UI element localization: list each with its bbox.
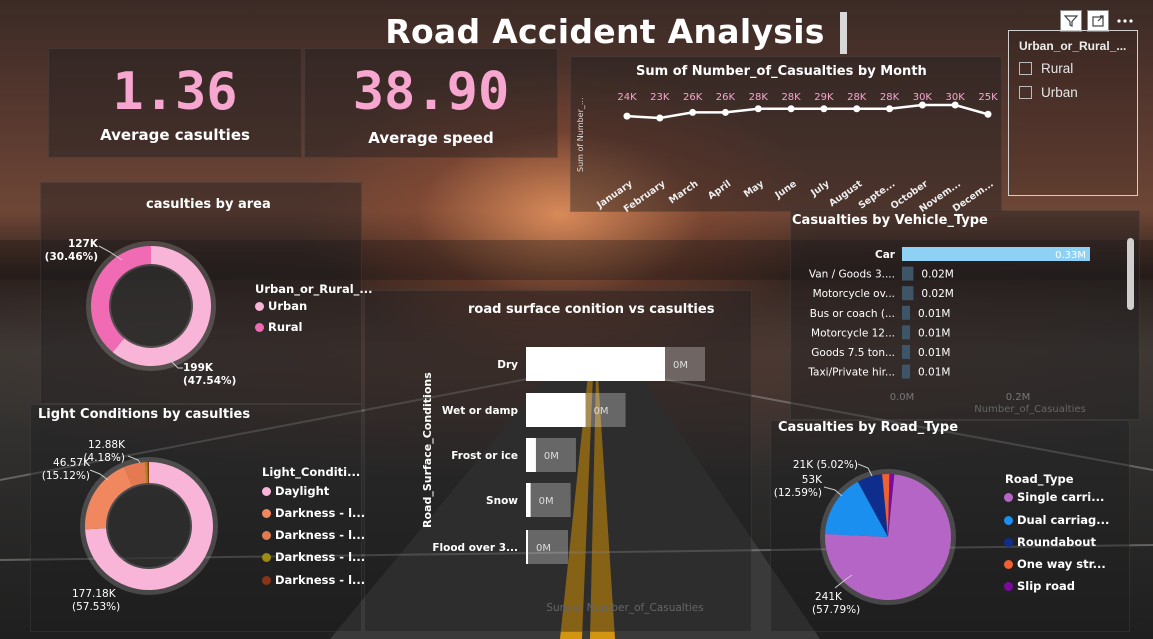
roadtype-data-label: 21K (5.02%): [793, 459, 858, 471]
surface-category-label: Flood over 3...: [432, 542, 518, 554]
vehicle-x-tick: 0.2M: [1006, 392, 1031, 403]
month-point: [721, 108, 729, 116]
month-point: [886, 105, 894, 113]
surface-bar: [526, 438, 536, 472]
surface-bar: [526, 347, 665, 381]
vehicle-category-label: Motorcycle ov...: [813, 288, 895, 300]
month-point: [984, 110, 992, 118]
month-data-label: 30K: [946, 92, 966, 103]
month-data-label: 23K: [650, 92, 670, 103]
month-point: [656, 114, 664, 122]
area-data-label: (47.54%): [183, 375, 236, 387]
vehicle-data-label: 0.01M: [918, 327, 950, 339]
surface-category-label: Frost or ice: [451, 450, 518, 462]
month-data-label: 30K: [913, 92, 933, 103]
vehicle-data-label: 0.33M: [1055, 250, 1086, 261]
vehicle-data-label: 0.02M: [921, 269, 953, 281]
light-data-label: (57.53%): [72, 601, 120, 613]
area-data-label: 127K: [68, 238, 99, 250]
vehicle-data-label: 0.02M: [921, 288, 953, 300]
surface-bar: [526, 530, 528, 564]
vehicle-category-label: Motorcycle 12...: [811, 327, 895, 339]
roadtype-data-label: (12.59%): [774, 487, 822, 499]
month-data-label: 28K: [749, 92, 769, 103]
vehicle-bar: [902, 305, 910, 320]
month-data-label: 26K: [716, 92, 736, 103]
surface-data-label: 0M: [544, 451, 559, 462]
vehicle-data-label: 0.01M: [918, 367, 950, 379]
surface-data-label: 0M: [536, 543, 551, 554]
vehicle-bar: [902, 266, 914, 281]
surface-category-label: Wet or damp: [442, 405, 519, 417]
surface-data-label: 0M: [673, 360, 688, 371]
month-data-label: 29K: [814, 92, 834, 103]
vehicle-data-label: 0.01M: [918, 308, 950, 320]
surface-data-label: 0M: [594, 406, 609, 417]
surface-category-label: Dry: [497, 359, 518, 371]
month-y-axis-label: Sum of Number_...: [576, 97, 585, 172]
surface-x-axis-label: Sum of Number_of_Casualties: [546, 602, 703, 614]
month-tick-label: July: [808, 178, 832, 199]
month-point: [787, 105, 795, 113]
surface-category-label: Snow: [486, 495, 518, 507]
charts-layer: 24KJanuary23KFebruary26KMarch26KApril28K…: [42, 92, 1090, 616]
vehicle-x-tick: 0.0M: [890, 392, 915, 403]
month-point: [689, 108, 697, 116]
month-point: [623, 112, 631, 120]
surface-y-axis-label: Road_Surface_Conditions: [421, 372, 434, 528]
month-tick-label: March: [667, 178, 700, 206]
surface-bar: [526, 393, 586, 427]
light-data-label: (15.12%): [42, 470, 90, 482]
month-point: [820, 105, 828, 113]
month-tick-label: June: [772, 178, 798, 201]
vehicle-category-label: Van / Goods 3....: [809, 269, 895, 281]
vehicle-category-label: Car: [875, 249, 896, 261]
month-data-label: 28K: [880, 92, 900, 103]
vehicle-category-label: Taxi/Private hir...: [807, 367, 895, 379]
roadtype-data-label: 53K: [802, 474, 823, 486]
month-data-label: 28K: [781, 92, 801, 103]
month-point: [754, 105, 762, 113]
vehicle-category-label: Goods 7.5 ton...: [811, 347, 895, 359]
vehicle-bar: [902, 325, 910, 340]
light-data-label: 177.18K: [72, 588, 117, 600]
light-data-label: 12.88K: [88, 439, 126, 451]
surface-data-label: 0M: [539, 496, 554, 507]
light-hole: [108, 485, 190, 567]
light-data-label: (4.18%): [83, 452, 125, 464]
vehicle-data-label: 0.01M: [918, 347, 950, 359]
roadtype-data-label: 241K: [815, 591, 843, 603]
surface-bar: [526, 483, 531, 517]
month-point: [853, 105, 861, 113]
vehicle-bar: [902, 364, 910, 379]
vehicle-category-label: Bus or coach (...: [810, 308, 895, 320]
vehicle-bar: [902, 286, 914, 301]
area-data-label: 199K: [183, 362, 214, 374]
month-data-label: 24K: [617, 92, 637, 103]
month-data-label: 26K: [683, 92, 703, 103]
area-hole: [111, 266, 191, 346]
month-tick-label: May: [742, 178, 767, 200]
vehicle-x-axis-label: Number_of_Casualties: [974, 404, 1085, 415]
month-tick-label: April: [706, 178, 733, 202]
month-line: [626, 103, 989, 120]
area-data-label: (30.46%): [45, 251, 98, 263]
roadtype-data-label: (57.79%): [812, 604, 860, 616]
month-data-label: 28K: [847, 92, 867, 103]
month-data-label: 25K: [978, 92, 998, 103]
vehicle-bar: [902, 345, 910, 359]
